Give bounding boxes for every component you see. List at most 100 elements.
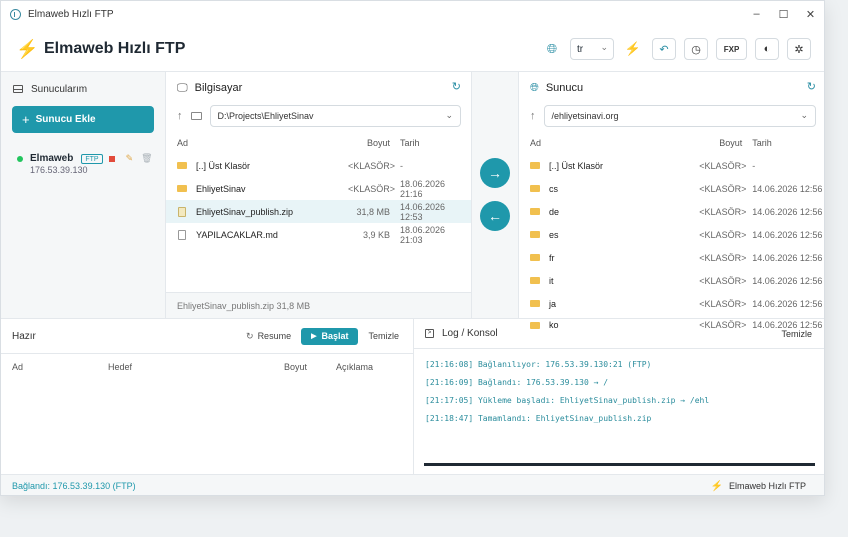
folder-icon bbox=[530, 231, 540, 238]
disconnect-button[interactable] bbox=[108, 155, 115, 162]
history-button[interactable]: ◷ bbox=[684, 38, 708, 60]
remote-path-select[interactable]: /ehliyetsinavi.org ⌄ bbox=[543, 105, 816, 127]
folder-icon bbox=[190, 112, 202, 120]
close-button[interactable]: ✕ bbox=[797, 8, 824, 21]
file-size: <KLASÖR> bbox=[699, 160, 747, 171]
local-pane-header: 🖵︎ Bilgisayar ↻ bbox=[166, 72, 471, 104]
minimize-button[interactable]: – bbox=[743, 8, 770, 21]
file-name: YAPILACAKLAR.md bbox=[196, 229, 278, 240]
file-date: 18.06.2026 21:16 bbox=[400, 178, 446, 199]
queue-column-target: Hedef bbox=[108, 362, 133, 372]
resume-label: Resume bbox=[257, 331, 292, 341]
server-row: Elmaweb FTP ✎ 🗑︎ bbox=[17, 153, 165, 164]
column-name[interactable]: Ad bbox=[519, 138, 699, 148]
column-name[interactable]: Ad bbox=[166, 138, 348, 148]
file-size: <KLASÖR> bbox=[699, 229, 747, 240]
settings-button[interactable]: ✲ bbox=[787, 38, 811, 60]
remote-file-row[interactable]: es <KLASÖR> 14.06.2026 12:56 bbox=[519, 223, 824, 246]
file-name: it bbox=[549, 275, 554, 286]
queue-column-name: Ad bbox=[12, 362, 24, 372]
file-row[interactable]: [..] Üst Klasör <KLASÖR> - bbox=[166, 154, 471, 177]
clear-queue-button[interactable]: Temizle bbox=[368, 331, 399, 341]
undo-button[interactable]: ↶ bbox=[652, 38, 676, 60]
resume-button[interactable]: ↻ Resume bbox=[246, 331, 291, 342]
server-item-elmaweb[interactable]: Elmaweb FTP ✎ 🗑︎ 176.53.39.130 bbox=[1, 153, 165, 175]
remote-file-row[interactable]: cs <KLASÖR> 14.06.2026 12:56 bbox=[519, 177, 824, 200]
queue-header: Hazır ↻ Resume ▶ Başlat Temizle bbox=[1, 319, 413, 353]
file-name: cs bbox=[549, 183, 558, 194]
upload-button[interactable]: → bbox=[480, 158, 510, 188]
up-arrow-icon[interactable]: ↑ bbox=[177, 110, 183, 122]
refresh-icon[interactable]: ↻ bbox=[807, 80, 816, 93]
log-scrollbar[interactable] bbox=[424, 463, 815, 466]
file-size: <KLASÖR> bbox=[699, 298, 747, 309]
file-name: de bbox=[549, 206, 560, 217]
add-server-button[interactable]: + Sunucu Ekle bbox=[12, 106, 154, 133]
remote-file-row[interactable]: ja <KLASÖR> 14.06.2026 12:56 bbox=[519, 292, 824, 315]
clock-icon: ◷ bbox=[691, 43, 701, 56]
trash-icon[interactable]: 🗑︎ bbox=[141, 153, 152, 164]
plus-icon: + bbox=[22, 112, 30, 127]
remote-file-row[interactable]: de <KLASÖR> 14.06.2026 12:56 bbox=[519, 200, 824, 223]
chevron-down-icon: ⌄ bbox=[445, 110, 453, 120]
remote-path-value: /ehliyetsinavi.org bbox=[551, 111, 619, 121]
file-row[interactable]: YAPILACAKLAR.md 3,9 KB 18.06.2026 21:03 bbox=[166, 223, 471, 246]
fxp-button[interactable]: FXP bbox=[716, 38, 747, 60]
file-name: [..] Üst Klasör bbox=[196, 160, 251, 171]
header-toolbar: 🌐︎ tr ⌄ ⚡ ↶ ◷ FXP ◐ ✲ bbox=[542, 38, 811, 60]
file-name: es bbox=[549, 229, 559, 240]
maximize-button[interactable]: ☐ bbox=[770, 8, 797, 21]
arrow-left-icon: ← bbox=[488, 208, 502, 224]
column-date[interactable]: Tarih bbox=[742, 138, 824, 148]
refresh-icon[interactable]: ↻ bbox=[452, 80, 461, 93]
remote-file-row[interactable]: fr <KLASÖR> 14.06.2026 12:56 bbox=[519, 246, 824, 269]
status-bar: Bağlandı: 176.53.39.130 (FTP) ⚡ Elmaweb … bbox=[1, 474, 824, 495]
queue-actions: ↻ Resume ▶ Başlat Temizle bbox=[246, 327, 399, 345]
resume-icon: ↻ bbox=[246, 330, 254, 341]
file-size: <KLASÖR> bbox=[699, 275, 747, 286]
protocol-badge: FTP bbox=[81, 153, 103, 164]
window-controls: – ☐ ✕ bbox=[743, 8, 824, 21]
download-button[interactable]: ← bbox=[480, 201, 510, 231]
log-line: [21:16:09] Bağlandı: 176.53.39.130 → / bbox=[425, 378, 609, 387]
zip-file-icon bbox=[178, 206, 186, 217]
local-path-value: D:\Projects\EhliyetSinav bbox=[217, 111, 314, 121]
folder-icon bbox=[177, 185, 187, 192]
terminal-icon: > bbox=[425, 329, 434, 338]
queue-column-description: Açıklama bbox=[336, 362, 374, 372]
up-arrow-icon[interactable]: ↑ bbox=[530, 110, 536, 122]
local-path-row: ↑ D:\Projects\EhliyetSinav ⌄ bbox=[166, 104, 471, 128]
file-row-selected[interactable]: EhliyetSinav_publish.zip 31,8 MB 14.06.2… bbox=[166, 200, 471, 223]
remote-file-row[interactable]: [..] Üst Klasör <KLASÖR> - bbox=[519, 154, 824, 177]
folder-icon bbox=[530, 162, 540, 169]
remote-file-row[interactable]: it <KLASÖR> 14.06.2026 12:56 bbox=[519, 269, 824, 292]
remote-column-header: Ad Boyut Tarih bbox=[519, 132, 824, 154]
add-server-label: Sunucu Ekle bbox=[35, 114, 96, 125]
log-console: > Log / Konsol Temizle [21:16:08] Bağlan… bbox=[414, 318, 824, 474]
remote-pane: 🌐︎ Sunucu ↻ ↑ /ehliyetsinavi.org ⌄ Ad Bo… bbox=[518, 72, 824, 329]
file-size: <KLASÖR> bbox=[348, 183, 396, 194]
start-label: Başlat bbox=[321, 331, 349, 341]
column-size[interactable]: Boyut bbox=[348, 138, 390, 148]
play-icon: ▶ bbox=[311, 333, 317, 340]
start-queue-button[interactable]: ▶ Başlat bbox=[301, 327, 359, 345]
edit-icon[interactable]: ✎ bbox=[126, 153, 134, 164]
language-select[interactable]: tr ⌄ bbox=[570, 38, 614, 60]
local-pane-title: Bilgisayar bbox=[194, 82, 243, 94]
file-row[interactable]: EhliyetSinav <KLASÖR> 18.06.2026 21:16 bbox=[166, 177, 471, 200]
file-size: <KLASÖR> bbox=[699, 183, 747, 194]
theme-toggle-button[interactable]: ◐ bbox=[755, 38, 779, 60]
file-date: - bbox=[752, 160, 756, 171]
quick-connect-bolt-icon[interactable]: ⚡ bbox=[622, 41, 644, 57]
remote-pane-title: Sunucu bbox=[545, 82, 584, 94]
chevron-down-icon: ⌄ bbox=[600, 42, 608, 52]
local-column-header: Ad Boyut Tarih bbox=[166, 132, 471, 154]
column-size[interactable]: Boyut bbox=[699, 138, 742, 148]
folder-icon bbox=[177, 162, 187, 169]
globe-icon: 🌐︎ bbox=[530, 81, 539, 94]
file-date: 14.06.2026 12:56 bbox=[752, 206, 823, 217]
clear-log-button[interactable]: Temizle bbox=[781, 329, 812, 339]
connection-status: Bağlandı: 176.53.39.130 (FTP) bbox=[12, 481, 136, 491]
column-date[interactable]: Tarih bbox=[390, 138, 470, 148]
local-path-select[interactable]: D:\Projects\EhliyetSinav ⌄ bbox=[209, 105, 461, 127]
